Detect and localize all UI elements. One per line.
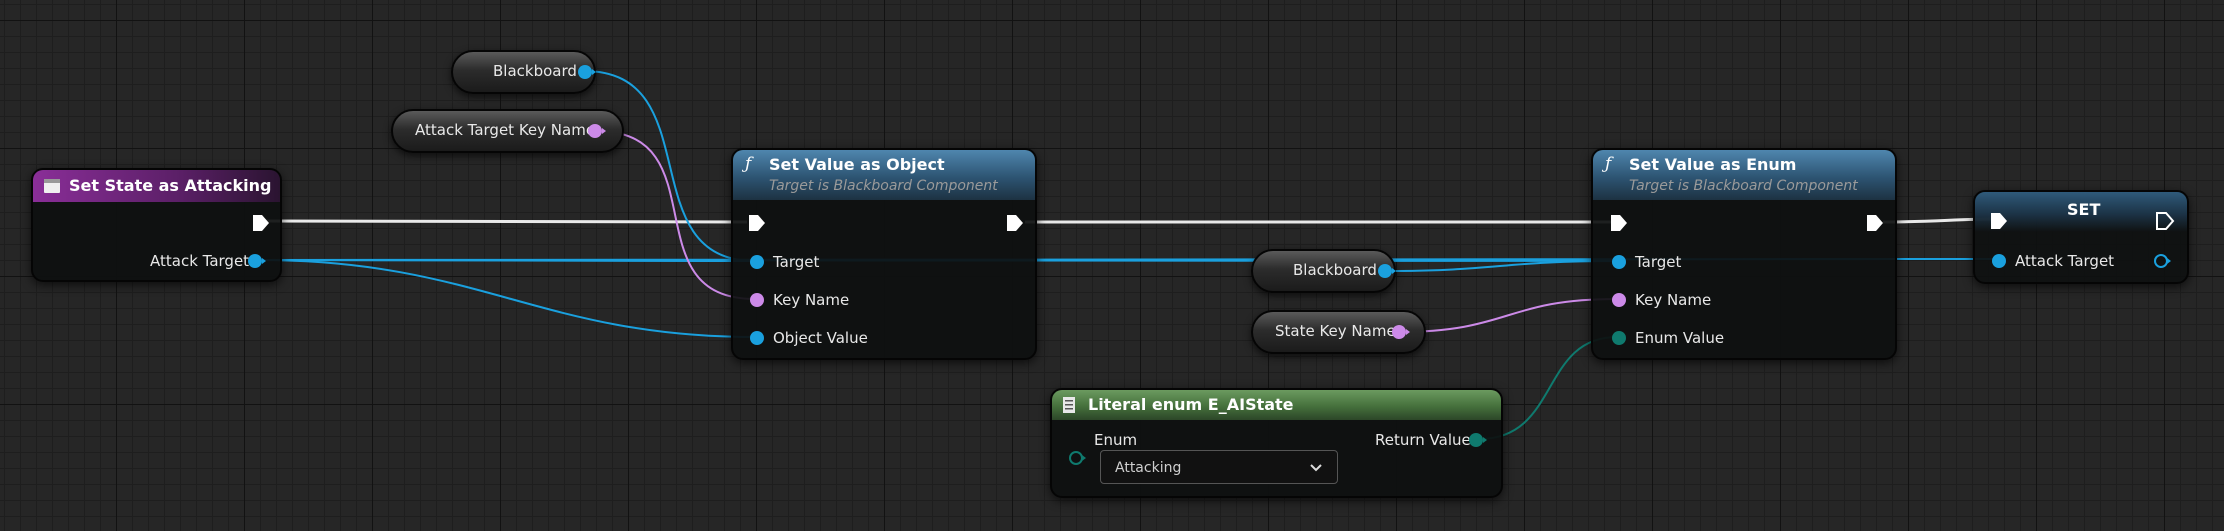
state-key-name-variable-node[interactable]: State Key Name	[1251, 310, 1426, 354]
enum-value-input-pin[interactable]	[1609, 330, 1629, 346]
exec-output-pin[interactable]	[2155, 211, 2175, 231]
exec-input-pin[interactable]	[1989, 211, 2009, 231]
attack-target-output-pin[interactable]	[247, 253, 267, 269]
literal-enum-header: Literal enum E_AIState	[1052, 390, 1501, 420]
attack-target-input-pin[interactable]	[1989, 253, 2009, 269]
exec-output-pin[interactable]	[1865, 213, 1885, 233]
exec-input-pin[interactable]	[747, 213, 767, 233]
enum-selected-value: Attacking	[1115, 460, 1182, 476]
key-name-input-pin[interactable]	[747, 292, 767, 308]
object-wire-attack-target-to-object-value	[258, 259, 756, 338]
name-wire-state-key-to-key-name	[1397, 298, 1618, 333]
custom-event-node[interactable]: Set State as Attacking Attack Target	[31, 168, 282, 282]
set-variable-node[interactable]: SET Attack Target	[1973, 190, 2189, 284]
object-value-input-pin[interactable]	[747, 330, 767, 346]
return-value-output-pin[interactable]	[1468, 432, 1488, 448]
exec-output-pin[interactable]	[1005, 213, 1025, 233]
blackboard-label-2: Blackboard	[1293, 261, 1377, 279]
key-name-label: Key Name	[1635, 291, 1712, 309]
event-header: Set State as Attacking	[33, 170, 280, 202]
attack-target-key-name-variable-node[interactable]: Attack Target Key Name	[391, 109, 624, 153]
function-icon: ƒ	[1605, 154, 1612, 174]
set-object-header: ƒ Set Value as Object Target is Blackboa…	[733, 150, 1035, 200]
target-input-pin[interactable]	[747, 254, 767, 270]
enum-dropdown[interactable]: Attacking	[1100, 450, 1338, 484]
key-name-input-pin[interactable]	[1609, 292, 1629, 308]
chevron-down-icon	[1310, 464, 1322, 472]
target-label: Target	[1635, 253, 1682, 271]
blackboard-label: Blackboard	[493, 62, 577, 80]
return-value-label: Return Value	[1375, 431, 1471, 449]
function-icon: ƒ	[745, 154, 752, 174]
name-output-pin[interactable]	[587, 123, 607, 139]
key-name-label: Key Name	[773, 291, 850, 309]
enum-value-label: Enum Value	[1635, 329, 1725, 347]
exec-wire-event-to-set-object	[265, 219, 748, 224]
exec-input-pin[interactable]	[1609, 213, 1629, 233]
target-label: Target	[773, 253, 820, 271]
object-output-pin[interactable]	[577, 64, 597, 80]
attack-target-key-name-label: Attack Target Key Name	[415, 121, 596, 139]
set-enum-header: ƒ Set Value as Enum Target is Blackboard…	[1593, 150, 1895, 200]
event-icon	[44, 179, 60, 193]
literal-enum-title: Literal enum E_AIState	[1088, 395, 1294, 414]
event-title: Set State as Attacking	[69, 176, 272, 195]
target-input-pin[interactable]	[1609, 254, 1629, 270]
set-value-as-enum-node[interactable]: ƒ Set Value as Enum Target is Blackboard…	[1591, 148, 1897, 360]
set-title: SET	[2067, 200, 2101, 219]
set-enum-subtitle: Target is Blackboard Component	[1629, 178, 1858, 194]
name-output-pin[interactable]	[1391, 324, 1411, 340]
enum-input-label: Enum	[1094, 431, 1138, 449]
attack-target-output-pin[interactable]	[2152, 253, 2172, 269]
attack-target-output-label: Attack Target	[150, 252, 250, 270]
exec-output-pin[interactable]	[251, 213, 271, 233]
state-key-name-label: State Key Name	[1275, 322, 1396, 340]
enum-literal-icon	[1063, 397, 1075, 413]
object-wire-blackboard2-to-set-enum-target	[1383, 260, 1618, 272]
set-object-subtitle: Target is Blackboard Component	[769, 178, 998, 194]
set-value-as-object-node[interactable]: ƒ Set Value as Object Target is Blackboa…	[731, 148, 1037, 360]
set-object-title: Set Value as Object	[769, 155, 945, 174]
object-value-label: Object Value	[773, 329, 868, 347]
set-enum-title: Set Value as Enum	[1629, 155, 1797, 174]
enum-input-pin[interactable]	[1067, 450, 1087, 466]
blackboard-variable-node-2[interactable]: Blackboard	[1251, 249, 1396, 293]
literal-enum-node[interactable]: Literal enum E_AIState Enum Attacking Re…	[1050, 388, 1503, 498]
object-wire-blackboard-to-set-object-target	[583, 70, 756, 262]
object-output-pin[interactable]	[1377, 263, 1397, 279]
blackboard-variable-node[interactable]: Blackboard	[451, 50, 596, 94]
attack-target-input-label: Attack Target	[2015, 252, 2115, 270]
